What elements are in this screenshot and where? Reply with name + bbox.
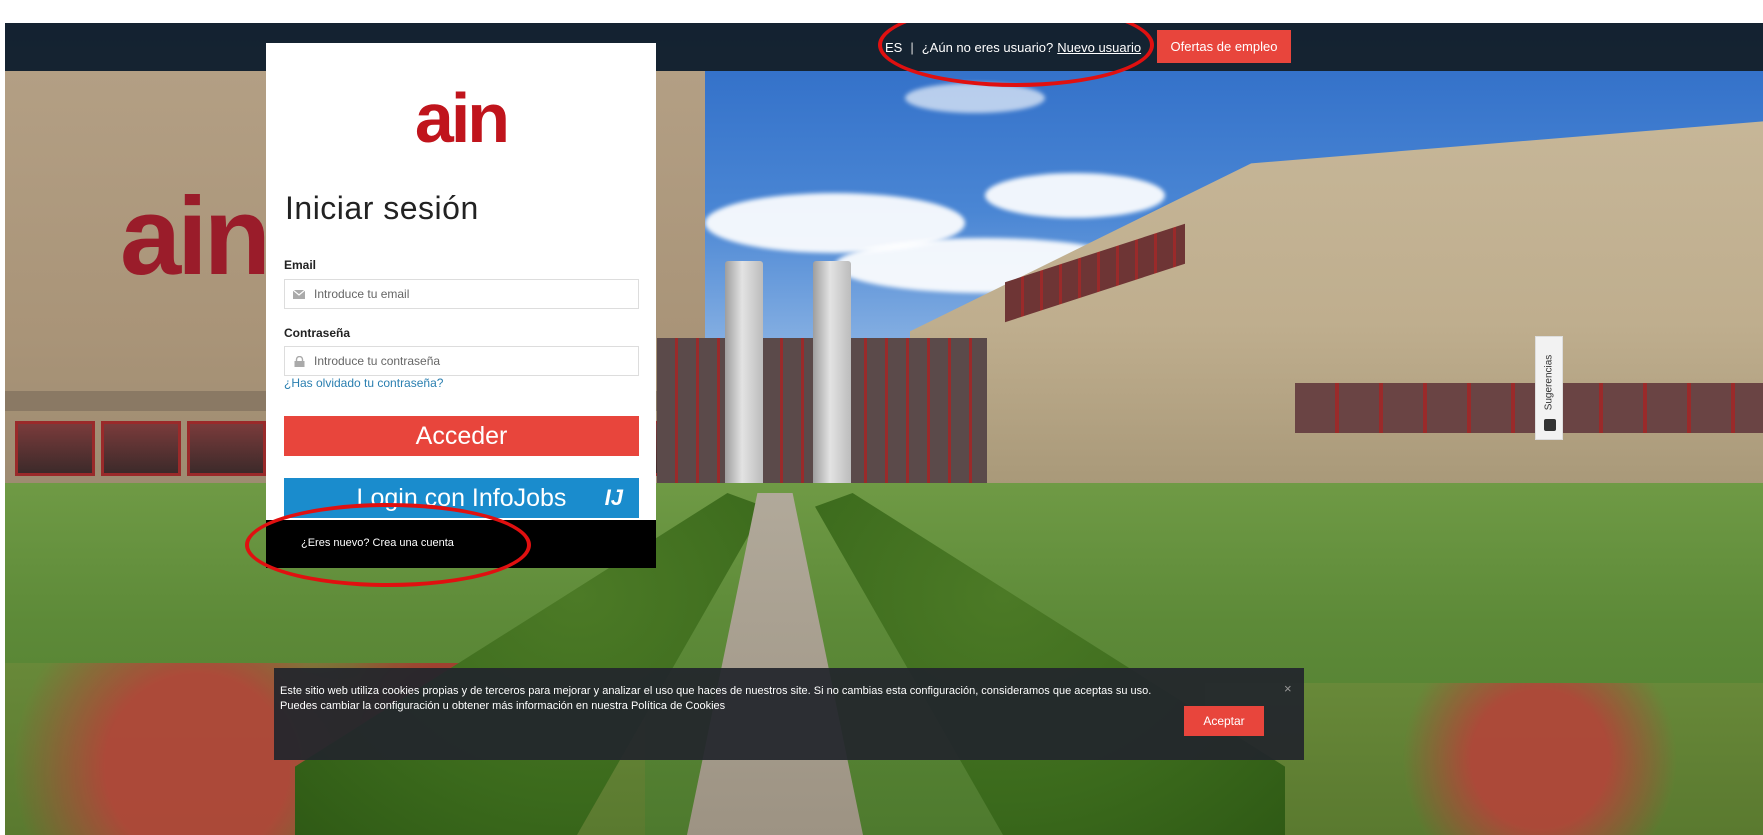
login-button[interactable]: Acceder bbox=[284, 416, 639, 456]
accept-cookies-button[interactable]: Aceptar bbox=[1184, 706, 1264, 736]
building-tower bbox=[725, 261, 763, 501]
create-account-bar: ¿Eres nuevo? Crea una cuenta bbox=[266, 520, 656, 568]
login-card: ain Iniciar sesión Email Contraseña ¿Has… bbox=[266, 43, 656, 520]
password-label: Contraseña bbox=[284, 326, 351, 340]
forgot-password-link[interactable]: ¿Has olvidado tu contraseña? bbox=[284, 376, 443, 390]
password-input[interactable] bbox=[314, 354, 614, 368]
cookie-message: Este sitio web utiliza cookies propias y… bbox=[280, 684, 1270, 714]
page-title: Iniciar sesión bbox=[285, 190, 479, 226]
not-user-question: ¿Aún no eres usuario? bbox=[921, 39, 1054, 55]
building-windows bbox=[1295, 383, 1763, 433]
suggestions-label: Sugerencias bbox=[1543, 354, 1555, 411]
email-label: Email bbox=[284, 258, 317, 272]
lock-icon bbox=[293, 355, 305, 367]
topbar-links: ES | ¿Aún no eres usuario? Nuevo usuario bbox=[885, 23, 1141, 71]
page-background: ain ES | ¿Aún no eres usuario? Nuevo usu… bbox=[5, 23, 1763, 835]
language-selector[interactable]: ES bbox=[885, 40, 902, 55]
cookie-banner: Este sitio web utiliza cookies propias y… bbox=[274, 668, 1304, 760]
cloud-shape bbox=[985, 173, 1165, 218]
building-logo: ain bbox=[120, 175, 271, 298]
close-icon[interactable]: × bbox=[1284, 681, 1292, 696]
cloud-shape bbox=[905, 83, 1045, 113]
ain-logo: ain bbox=[414, 79, 510, 157]
suggestions-tab[interactable]: Sugerencias bbox=[1535, 336, 1563, 440]
email-field[interactable] bbox=[284, 279, 639, 309]
infojobs-button-label: Login con InfoJobs bbox=[356, 483, 567, 512]
create-account-link[interactable]: ¿Eres nuevo? Crea una cuenta bbox=[301, 537, 454, 549]
job-offers-button[interactable]: Ofertas de empleo bbox=[1157, 30, 1291, 63]
comment-icon bbox=[1544, 419, 1556, 431]
building-tower bbox=[813, 261, 851, 501]
infojobs-login-button[interactable]: Login con InfoJobs IJ bbox=[284, 478, 639, 518]
new-user-link[interactable]: Nuevo usuario bbox=[1057, 40, 1141, 55]
envelope-icon bbox=[293, 289, 305, 299]
infojobs-logo-icon: IJ bbox=[604, 485, 623, 510]
password-field[interactable] bbox=[284, 346, 639, 376]
email-input[interactable] bbox=[314, 287, 614, 301]
cookie-message-line: Este sitio web utiliza cookies propias y… bbox=[280, 685, 1152, 697]
cookie-message-line: Puedes cambiar la configuración u obtene… bbox=[280, 700, 726, 712]
separator: | bbox=[910, 39, 914, 55]
